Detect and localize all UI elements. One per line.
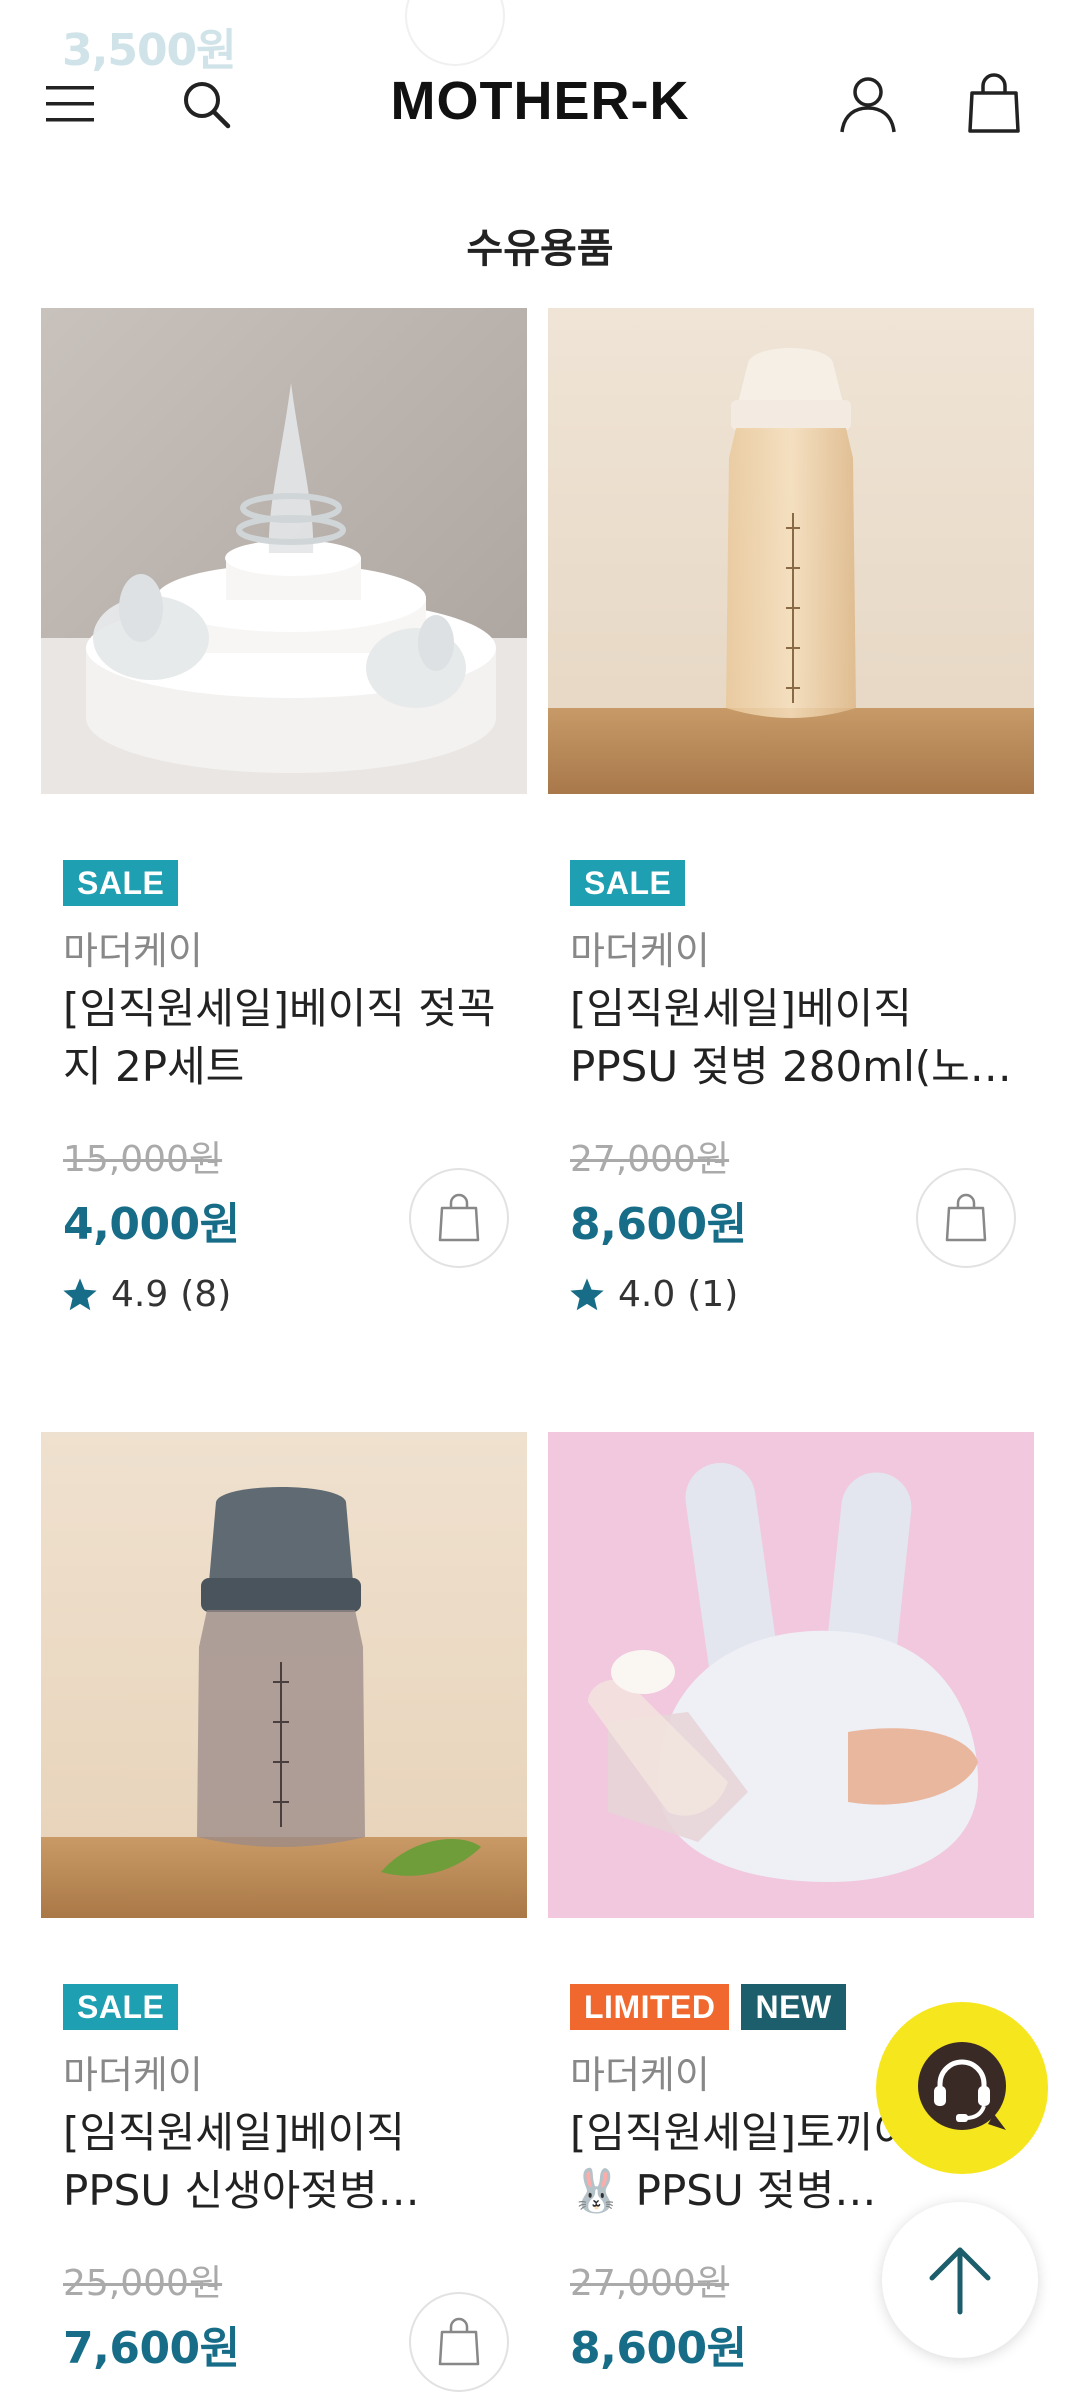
original-price: 15,000원 bbox=[63, 1139, 223, 1180]
headset-chat-icon bbox=[918, 2042, 1006, 2130]
sale-badge: SALE bbox=[570, 860, 686, 906]
product-name-line-1: [임직원세일]베이직 젖꼭 bbox=[63, 984, 496, 1033]
rating-score: 4.9 bbox=[111, 1274, 169, 1315]
product-name[interactable]: [임직원세일]베이직 젖꼭 지 2P세트 bbox=[63, 980, 523, 1096]
product-card[interactable]: SALE 마더케이 [임직원세일]베이직 PPSU 신생아젖병… 25,000원… bbox=[41, 1432, 527, 2392]
add-to-cart-button[interactable] bbox=[409, 2292, 509, 2392]
add-to-cart-button[interactable] bbox=[916, 1168, 1016, 1268]
product-name-line-1: [임직원세일]베이직 bbox=[570, 984, 912, 1033]
shopping-bag-icon[interactable] bbox=[958, 68, 1030, 140]
scroll-to-top-button[interactable] bbox=[882, 2202, 1038, 2358]
new-badge: NEW bbox=[741, 1984, 846, 2030]
product-brand: 마더케이 bbox=[570, 929, 710, 973]
shopping-bag-icon bbox=[438, 1193, 480, 1242]
sale-price: 8,600원 bbox=[570, 1199, 747, 1250]
sale-badge: SALE bbox=[63, 1984, 179, 2030]
sale-price: 8,600원 bbox=[570, 2323, 747, 2374]
rating-score: 4.0 bbox=[618, 1274, 676, 1315]
product-name-line-2: 지 2P세트 bbox=[63, 1042, 245, 1091]
product-rating: 4.9 (8) bbox=[61, 1274, 231, 1315]
limited-badge: LIMITED bbox=[570, 1984, 730, 2030]
chat-support-button[interactable] bbox=[876, 2002, 1048, 2174]
product-image-rabbit-bottle[interactable] bbox=[548, 1432, 1034, 1918]
product-card[interactable]: SALE 마더케이 [임직원세일]베이직 PPSU 젖병 280ml(노… 27… bbox=[548, 308, 1034, 1315]
review-count: (8) bbox=[180, 1274, 232, 1315]
product-brand: 마더케이 bbox=[63, 2053, 203, 2097]
badge-list: SALE bbox=[63, 860, 179, 906]
product-name-line-2: PPSU 신생아젖병… bbox=[63, 2166, 420, 2215]
review-count: (1) bbox=[687, 1274, 739, 1315]
product-name[interactable]: [임직원세일]베이직 PPSU 신생아젖병… bbox=[63, 2104, 523, 2220]
sale-price: 4,000원 bbox=[63, 1199, 240, 1250]
top-header: MOTHER-K bbox=[0, 40, 1080, 170]
product-image-nipples[interactable] bbox=[41, 308, 527, 794]
section-title: 수유용품 bbox=[466, 226, 614, 272]
product-image-bottle-280[interactable] bbox=[548, 308, 1034, 794]
product-name[interactable]: [임직원세일]베이직 PPSU 젖병 280ml(노… bbox=[570, 980, 1030, 1096]
badge-list: SALE bbox=[570, 860, 686, 906]
shopping-bag-icon bbox=[945, 1193, 987, 1242]
sale-badge: SALE bbox=[63, 860, 179, 906]
product-image-newborn-bottle[interactable] bbox=[41, 1432, 527, 1918]
star-icon bbox=[570, 1277, 604, 1310]
arrow-up-icon bbox=[929, 2247, 991, 2315]
original-price: 27,000원 bbox=[570, 1139, 730, 1180]
badge-list: LIMITED NEW bbox=[570, 1984, 846, 2030]
product-brand: 마더케이 bbox=[570, 2053, 710, 2097]
product-rating: 4.0 (1) bbox=[568, 1274, 738, 1315]
product-card[interactable]: LIMITED NEW 마더케이 [임직원세일]토끼이 🐰 PPSU 젖병… 2… bbox=[548, 1432, 1034, 2374]
shopping-bag-icon bbox=[438, 2317, 480, 2366]
user-icon[interactable] bbox=[832, 68, 904, 140]
original-price: 25,000원 bbox=[63, 2263, 223, 2304]
brand-logo[interactable]: MOTHER-K bbox=[0, 70, 1080, 132]
original-price: 27,000원 bbox=[570, 2263, 730, 2304]
product-brand: 마더케이 bbox=[63, 929, 203, 973]
badge-list: SALE bbox=[63, 1984, 179, 2030]
product-card[interactable]: SALE 마더케이 [임직원세일]베이직 젖꼭 지 2P세트 15,000원 4… bbox=[41, 308, 527, 1315]
add-to-cart-button[interactable] bbox=[409, 1168, 509, 1268]
sale-price: 7,600원 bbox=[63, 2323, 240, 2374]
product-name-line-1: [임직원세일]베이직 bbox=[63, 2108, 405, 2157]
star-icon bbox=[63, 1277, 97, 1310]
product-name-line-2: PPSU 젖병 280ml(노… bbox=[570, 1042, 1012, 1091]
